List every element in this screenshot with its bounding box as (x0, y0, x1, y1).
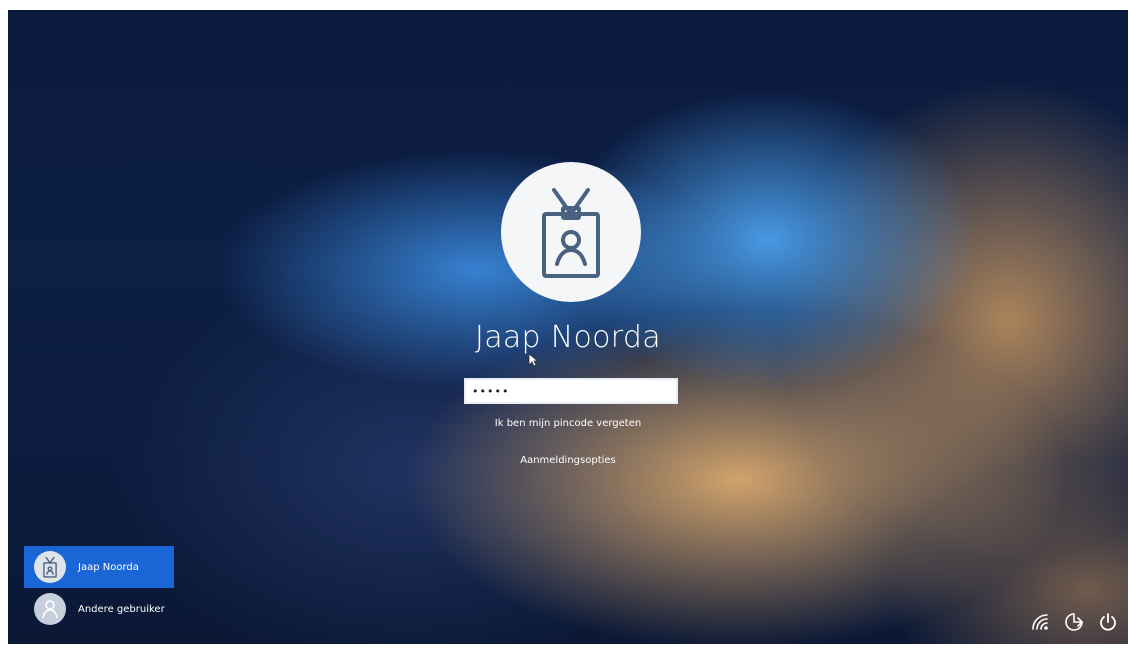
network-button[interactable] (1028, 610, 1052, 634)
network-icon (1032, 614, 1048, 630)
accessibility-button[interactable] (1062, 610, 1086, 634)
power-button[interactable] (1096, 610, 1120, 634)
power-icon (1100, 613, 1116, 631)
accessibility-icon (1065, 613, 1084, 631)
system-tray (1028, 610, 1120, 634)
id-badge-icon (542, 188, 600, 278)
pin-input[interactable] (464, 378, 678, 404)
user-avatar (501, 162, 641, 302)
user-avatar-small (34, 551, 66, 583)
person-icon (42, 600, 58, 619)
user-entry-label: Jaap Noorda (78, 561, 139, 573)
sign-in-options-link[interactable]: Aanmeldingsopties (8, 455, 1128, 466)
user-entry-other-user[interactable]: Andere gebruiker (24, 588, 174, 630)
user-name-heading: Jaap Noorda (475, 320, 661, 355)
user-entry-jaap-noorda[interactable]: Jaap Noorda (24, 546, 174, 588)
user-switcher: Jaap Noorda Andere gebruiker (24, 546, 174, 630)
forgot-pin-link[interactable]: Ik ben mijn pincode vergeten (8, 418, 1128, 429)
id-badge-icon (43, 556, 57, 578)
user-entry-label: Andere gebruiker (78, 603, 165, 615)
user-avatar-small (34, 593, 66, 625)
lock-screen-background: Jaap Noorda Ik ben mijn pincode vergeten… (8, 10, 1128, 644)
mouse-cursor-icon (528, 353, 538, 367)
